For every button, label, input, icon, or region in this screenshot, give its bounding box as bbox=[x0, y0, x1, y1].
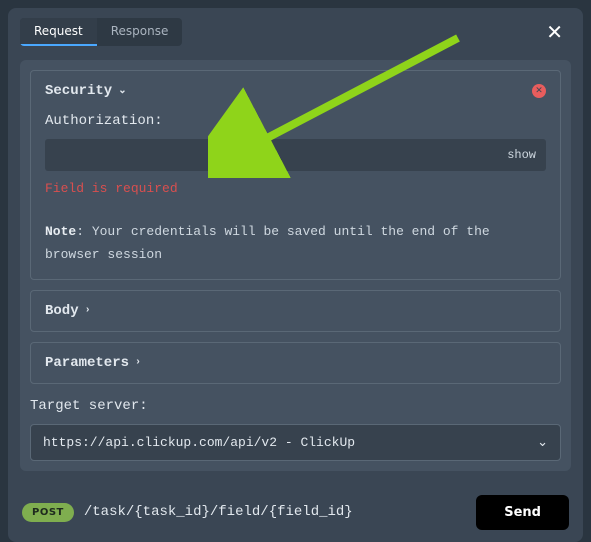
authorization-input-row: show bbox=[45, 139, 546, 171]
tabs-container: Request Response bbox=[20, 18, 182, 46]
remove-icon[interactable] bbox=[532, 84, 546, 98]
authorization-input[interactable] bbox=[55, 145, 507, 165]
close-icon[interactable]: ✕ bbox=[538, 16, 571, 48]
credentials-note: Note: Your credentials will be saved unt… bbox=[45, 220, 546, 267]
target-server-value: https://api.clickup.com/api/v2 - ClickUp bbox=[43, 435, 355, 450]
chevron-down-icon: ⌄ bbox=[118, 85, 126, 97]
request-path: /task/{task_id}/field/{field_id} bbox=[84, 504, 466, 520]
error-message: Field is required bbox=[45, 181, 546, 196]
chevron-right-icon: › bbox=[135, 357, 141, 368]
request-bar: POST /task/{task_id}/field/{field_id} Se… bbox=[8, 483, 583, 542]
parameters-section: Parameters › bbox=[30, 342, 561, 384]
note-prefix: Note bbox=[45, 224, 76, 239]
section-title-security: Security bbox=[45, 83, 112, 99]
method-badge: POST bbox=[22, 503, 74, 522]
chevron-right-icon: › bbox=[85, 305, 91, 316]
target-server-label: Target server: bbox=[30, 398, 561, 414]
section-title-parameters: Parameters bbox=[45, 355, 129, 371]
send-button[interactable]: Send bbox=[476, 495, 569, 530]
section-title-body: Body bbox=[45, 303, 79, 319]
security-section: Security ⌄ Authorization: show Field is … bbox=[30, 70, 561, 280]
target-server-select[interactable]: https://api.clickup.com/api/v2 - ClickUp… bbox=[30, 424, 561, 461]
tab-request[interactable]: Request bbox=[20, 18, 97, 46]
security-header[interactable]: Security ⌄ bbox=[45, 83, 546, 99]
parameters-header[interactable]: Parameters › bbox=[45, 355, 546, 371]
tab-response[interactable]: Response bbox=[97, 18, 183, 46]
authorization-label: Authorization: bbox=[45, 113, 546, 129]
chevron-down-icon: ⌄ bbox=[537, 435, 548, 450]
body-section: Body › bbox=[30, 290, 561, 332]
body-header[interactable]: Body › bbox=[45, 303, 546, 319]
show-toggle[interactable]: show bbox=[507, 148, 536, 162]
note-text: : Your credentials will be saved until t… bbox=[45, 224, 490, 262]
